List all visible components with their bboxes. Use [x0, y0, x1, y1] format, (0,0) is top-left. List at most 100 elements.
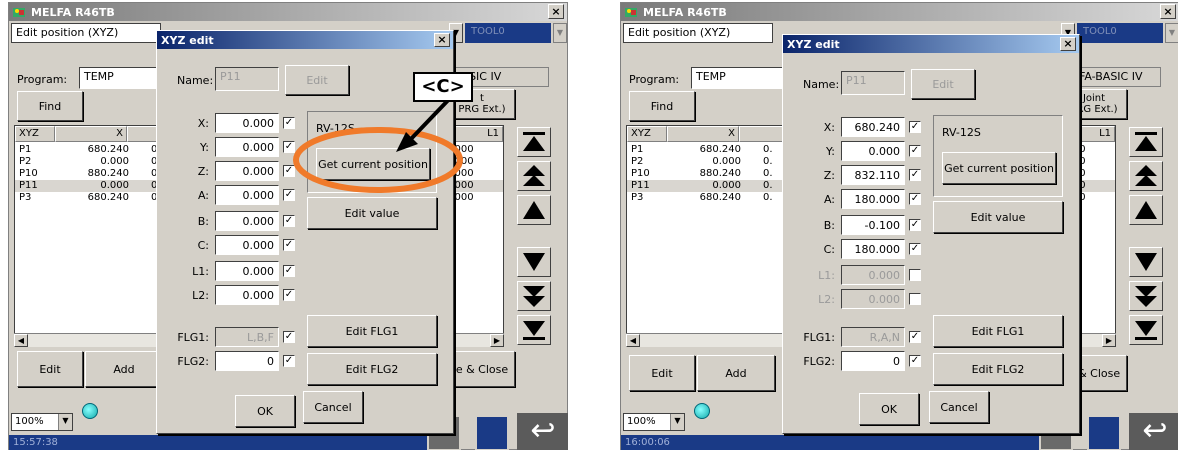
edit-flg1-button[interactable]: Edit FLG1 [933, 315, 1063, 347]
field-y[interactable]: 0.000 [215, 137, 279, 157]
tool-value: TOOL0 [1077, 23, 1163, 43]
dialog-close-button[interactable]: × [434, 33, 450, 47]
status-bar: 15:57:38 [9, 435, 429, 450]
edit-flg2-button[interactable]: Edit FLG2 [933, 353, 1063, 385]
find-button[interactable]: Find [629, 91, 695, 121]
field-z[interactable]: 832.110 [841, 165, 905, 185]
checkbox-l2[interactable] [909, 293, 921, 305]
chevron-down-icon[interactable]: ▼ [58, 414, 72, 430]
field-l2[interactable]: 0.000 [215, 285, 279, 305]
scroll-bottom-icon [1135, 321, 1157, 340]
field-x[interactable]: 680.240 [841, 117, 905, 137]
save-close-button[interactable]: e & Close [449, 351, 515, 387]
checkbox-flg2[interactable]: ✓ [909, 355, 921, 367]
field-a[interactable]: 0.000 [215, 185, 279, 205]
field-z[interactable]: 0.000 [215, 161, 279, 181]
checkbox-x[interactable]: ✓ [909, 121, 921, 133]
col-header-name[interactable]: XYZ [15, 126, 55, 142]
return-icon[interactable]: ↩ [1129, 413, 1178, 450]
checkbox-y[interactable]: ✓ [909, 145, 921, 157]
checkbox-l1[interactable]: ✓ [283, 265, 295, 277]
field-label-y: Y: [200, 141, 209, 154]
window-close-button[interactable]: × [548, 4, 564, 19]
page-down-button[interactable] [1129, 281, 1163, 311]
edit-flg1-button[interactable]: Edit FLG1 [307, 315, 437, 347]
down-button[interactable] [517, 247, 551, 277]
flg2-field[interactable]: 0 [215, 351, 279, 371]
scroll-top-button[interactable] [517, 127, 551, 157]
add-button[interactable]: Add [697, 355, 775, 391]
chevron-down-icon[interactable]: ▼ [670, 414, 684, 430]
checkbox-l2[interactable]: ✓ [283, 289, 295, 301]
cancel-button[interactable]: Cancel [303, 391, 363, 423]
tool-dropdown-button[interactable]: ▼ [553, 23, 567, 43]
field-l1[interactable]: 0.000 [215, 261, 279, 281]
tool-selector[interactable]: ▼ TOOL0 ▼ [449, 23, 567, 43]
col-header-x[interactable]: X [55, 126, 127, 142]
checkbox-b[interactable]: ✓ [909, 219, 921, 231]
field-y[interactable]: 0.000 [841, 141, 905, 161]
checkbox-l1[interactable] [909, 269, 921, 281]
name-label: Name: [803, 78, 840, 91]
cell-name: P11 [19, 180, 38, 191]
return-icon[interactable]: ↩ [517, 413, 568, 450]
cell-y: 0. [763, 144, 773, 155]
cell-x: 680.240 [87, 192, 129, 203]
page-up-button[interactable] [517, 161, 551, 191]
scroll-bottom-button[interactable] [517, 315, 551, 345]
page-up-icon [1135, 165, 1157, 186]
flg1-label: FLG1: [177, 331, 209, 344]
scroll-bottom-button[interactable] [1129, 315, 1163, 345]
cancel-button[interactable]: Cancel [929, 391, 989, 423]
ok-button[interactable]: OK [859, 393, 919, 425]
robot-model: RV-12S [942, 126, 981, 139]
scroll-top-button[interactable] [1129, 127, 1163, 157]
edit-flg2-button[interactable]: Edit FLG2 [307, 353, 437, 385]
checkbox-flg1[interactable]: ✓ [909, 331, 921, 343]
ok-button[interactable]: OK [235, 395, 295, 427]
checkbox-a[interactable]: ✓ [909, 193, 921, 205]
up-button[interactable] [517, 195, 551, 225]
edit-button[interactable]: Edit [629, 355, 695, 391]
checkbox-b[interactable]: ✓ [283, 215, 295, 227]
down-button[interactable] [1129, 247, 1163, 277]
get-current-position-button[interactable]: Get current position [942, 152, 1056, 184]
menu-icon[interactable] [1087, 415, 1121, 450]
flg2-field[interactable]: 0 [841, 351, 905, 371]
clock: 15:57:38 [13, 437, 58, 448]
program-field[interactable]: TEMP [691, 67, 791, 89]
scroll-right-icon[interactable]: ▶ [490, 334, 504, 347]
field-x[interactable]: 0.000 [215, 113, 279, 133]
find-button[interactable]: Find [17, 91, 83, 121]
checkbox-c[interactable]: ✓ [283, 239, 295, 251]
field-c[interactable]: 0.000 [215, 235, 279, 255]
page-down-button[interactable] [517, 281, 551, 311]
cell-x: 680.240 [699, 192, 741, 203]
scroll-right-icon[interactable]: ▶ [1102, 334, 1116, 347]
zoom-select[interactable]: 100% ▼ [623, 413, 685, 431]
checkbox-c[interactable]: ✓ [909, 243, 921, 255]
up-button[interactable] [1129, 195, 1163, 225]
field-a[interactable]: 180.000 [841, 189, 905, 209]
name-field: P11 [215, 67, 279, 91]
field-b[interactable]: 0.000 [215, 211, 279, 231]
window-close-button[interactable]: × [1160, 4, 1176, 19]
page-up-icon [523, 165, 545, 186]
field-b[interactable]: -0.100 [841, 215, 905, 235]
add-button[interactable]: Add [85, 351, 163, 387]
scroll-left-icon[interactable]: ◀ [14, 334, 28, 347]
col-header-name[interactable]: XYZ [627, 126, 667, 142]
edit-value-button[interactable]: Edit value [933, 201, 1063, 233]
tool-dropdown-button[interactable]: ▼ [1165, 23, 1178, 43]
page-up-button[interactable] [1129, 161, 1163, 191]
dialog-close-button[interactable]: × [1060, 37, 1076, 51]
checkbox-flg2[interactable]: ✓ [283, 355, 295, 367]
edit-button[interactable]: Edit [17, 351, 83, 387]
zoom-select[interactable]: 100% ▼ [11, 413, 73, 431]
field-c[interactable]: 180.000 [841, 239, 905, 259]
col-header-x[interactable]: X [667, 126, 739, 142]
checkbox-flg1[interactable]: ✓ [283, 331, 295, 343]
checkbox-z[interactable]: ✓ [909, 169, 921, 181]
scroll-left-icon[interactable]: ◀ [626, 334, 640, 347]
menu-icon[interactable] [475, 415, 509, 450]
